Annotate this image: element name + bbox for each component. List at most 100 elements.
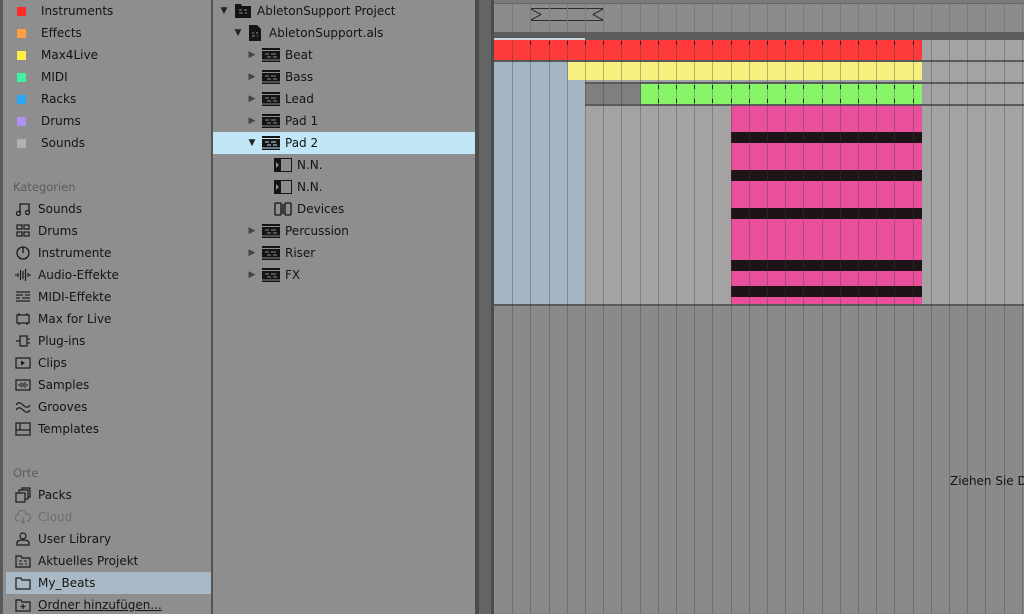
place-packs[interactable]: Packs: [6, 484, 214, 506]
clip-tick-mark: [712, 99, 713, 103]
category-sounds[interactable]: Sounds: [6, 198, 214, 220]
clip-tick-mark: [603, 41, 604, 45]
time-selection[interactable]: [494, 62, 585, 304]
category-clips[interactable]: Clips: [6, 352, 214, 374]
tree-item-clip[interactable]: N.N.: [213, 176, 475, 198]
clip-tick-mark: [676, 99, 677, 103]
category-samples[interactable]: Samples: [6, 374, 214, 396]
grid-line: [967, 4, 968, 32]
expand-triangle-icon[interactable]: ▶: [247, 72, 257, 82]
expand-triangle-icon[interactable]: ▶: [247, 226, 257, 236]
groove-icon: [14, 399, 32, 415]
grid-line: [549, 40, 550, 614]
collection-effects[interactable]: Effects: [6, 22, 214, 44]
track-icon: [261, 113, 281, 129]
expand-triangle-icon[interactable]: ▶: [247, 50, 257, 60]
expand-triangle-icon[interactable]: ▼: [247, 138, 257, 148]
collection-sounds[interactable]: Sounds: [6, 132, 214, 154]
collection-instruments[interactable]: Instruments: [6, 0, 214, 22]
expand-triangle-icon[interactable]: ▼: [233, 28, 243, 38]
collection-midi[interactable]: MIDI: [6, 66, 214, 88]
grid-line: [731, 4, 732, 32]
expand-triangle-icon[interactable]: ▼: [219, 6, 229, 16]
clip-tick-mark: [658, 85, 659, 89]
category-label: Grooves: [38, 400, 88, 414]
expand-triangle-icon[interactable]: ▶: [247, 270, 257, 280]
tree-item-label: Pad 1: [285, 114, 319, 128]
clip-tick-mark: [840, 41, 841, 45]
grid-line: [530, 4, 531, 32]
clip-lead[interactable]: [641, 84, 922, 104]
clip-play-icon: [14, 355, 32, 371]
collection-label: Racks: [41, 92, 77, 106]
tree-item-track-lead[interactable]: ▶ Lead: [213, 88, 475, 110]
grid-line: [1022, 40, 1023, 614]
clip-tick-mark: [785, 85, 786, 89]
drop-hint-text: Ziehen Sie Da: [950, 474, 1024, 488]
color-swatch-icon: [17, 50, 26, 60]
tree-item-track-riser[interactable]: ▶ Riser: [213, 242, 475, 264]
category-audio-effekte[interactable]: Audio-Effekte: [6, 264, 214, 286]
expand-triangle-icon[interactable]: ▶: [247, 116, 257, 126]
clip-tick-mark: [731, 99, 732, 103]
loop-region-strip[interactable]: [494, 4, 1024, 32]
tree-item-track-beat[interactable]: ▶ Beat: [213, 44, 475, 66]
tree-item-label: FX: [285, 268, 301, 282]
empty-drop-area[interactable]: [494, 306, 1024, 614]
loop-start-marker[interactable]: [494, 38, 585, 40]
grid-line: [1004, 4, 1005, 32]
grid-line: [876, 40, 877, 614]
clip-tick-mark: [822, 41, 823, 45]
grid-line: [676, 4, 677, 32]
packs-icon: [14, 487, 32, 503]
tree-item-clip[interactable]: N.N.: [213, 154, 475, 176]
arrangement-view[interactable]: Ziehen Sie Da: [494, 0, 1024, 614]
grid-line: [603, 4, 604, 32]
tree-item-devices[interactable]: Devices: [213, 198, 475, 220]
tree-item-track-pad-2[interactable]: ▼ Pad 2: [213, 132, 475, 154]
category-instrumente[interactable]: Instrumente: [6, 242, 214, 264]
place-label: User Library: [38, 532, 112, 546]
grid-line: [913, 40, 914, 614]
expand-triangle-icon[interactable]: ▶: [247, 248, 257, 258]
tree-item-track-percussion[interactable]: ▶ Percussion: [213, 220, 475, 242]
collection-label: Effects: [41, 26, 82, 40]
tree-item-track-pad-1[interactable]: ▶ Pad 1: [213, 110, 475, 132]
category-plug-ins[interactable]: Plug-ins: [6, 330, 214, 352]
category-grooves[interactable]: Grooves: [6, 396, 214, 418]
browser-collapse-bar[interactable]: [479, 0, 491, 614]
clip-tick-mark: [858, 99, 859, 103]
category-templates[interactable]: Templates: [6, 418, 214, 440]
clip-tick-mark: [749, 41, 750, 45]
clip-tick-mark: [822, 99, 823, 103]
add-folder-button[interactable]: Ordner hinzufügen...: [6, 594, 214, 614]
grid-line: [640, 4, 641, 32]
tree-item-als-file[interactable]: ▼ AbletonSupport.als: [213, 22, 475, 44]
tree-item-track-fx[interactable]: ▶ FX: [213, 264, 475, 286]
category-drums[interactable]: Drums: [6, 220, 214, 242]
place-user-library[interactable]: User Library: [6, 528, 214, 550]
grid-line: [530, 40, 531, 614]
collection-label: Max4Live: [41, 48, 98, 62]
clip-tick-mark: [712, 85, 713, 89]
project-icon: [233, 3, 253, 19]
grid-line: [567, 40, 568, 614]
collection-racks[interactable]: Racks: [6, 88, 214, 110]
collection-drums[interactable]: Drums: [6, 110, 214, 132]
clip-tick-mark: [785, 41, 786, 45]
track-icon: [261, 223, 281, 239]
expand-triangle-icon[interactable]: ▶: [247, 94, 257, 104]
collection-max4live[interactable]: Max4Live: [6, 44, 214, 66]
clip-tick-mark: [731, 85, 732, 89]
grid-line: [894, 4, 895, 32]
place-aktuelles-projekt[interactable]: Aktuelles Projekt: [6, 550, 214, 572]
category-max-for-live[interactable]: Max for Live: [6, 308, 214, 330]
grid-line: [658, 40, 659, 614]
category-label: Samples: [38, 378, 90, 392]
tree-item-track-bass[interactable]: ▶ Bass: [213, 66, 475, 88]
place-my-beats[interactable]: My_Beats: [6, 572, 214, 594]
place-cloud[interactable]: Cloud: [6, 506, 214, 528]
category-midi-effekte[interactable]: MIDI-Effekte: [6, 286, 214, 308]
tree-item-project[interactable]: ▼ AbletonSupport Project: [213, 0, 475, 22]
clip-tick-mark: [785, 99, 786, 103]
